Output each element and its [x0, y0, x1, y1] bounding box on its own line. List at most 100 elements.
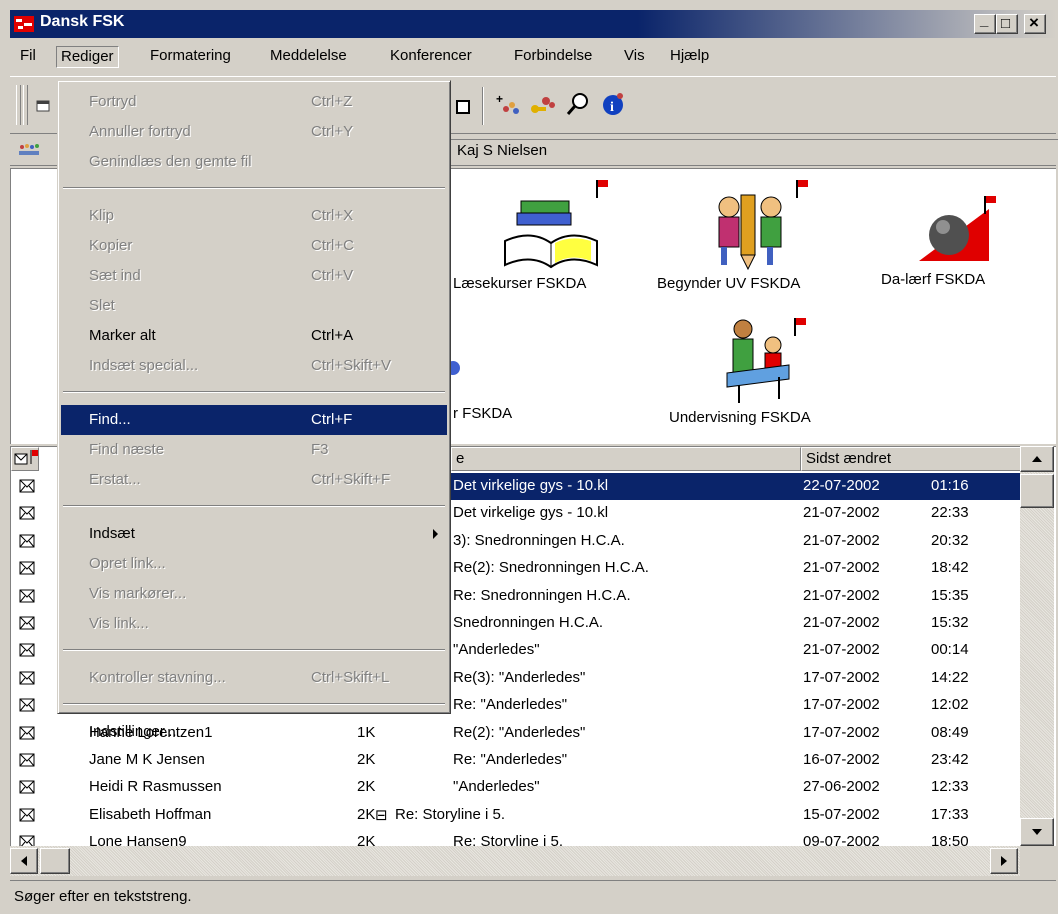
menu-item-shortcut: Ctrl+Z: [311, 93, 353, 110]
info-icon[interactable]: i: [600, 91, 626, 117]
envelope-icon: [19, 534, 35, 548]
menu-rediger[interactable]: Rediger: [56, 46, 119, 68]
scroll-left-button[interactable]: [10, 848, 38, 874]
conference-icon[interactable]: [451, 357, 461, 379]
menu-item-opret-link[interactable]: Opret link...: [61, 549, 447, 579]
title-bar[interactable]: Dansk FSK _ □ ×: [10, 10, 1056, 38]
menu-item-find-næste[interactable]: Find næste F3: [61, 435, 447, 465]
envelope-icon: [19, 753, 35, 767]
scroll-thumb[interactable]: [1020, 474, 1054, 508]
table-row[interactable]: Heidi R Rasmussen 2K "Anderledes" 27-06-200…: [11, 774, 1029, 801]
conference-label[interactable]: Undervisning FSKDA: [669, 409, 811, 426]
date-cell: 15-07-2002: [803, 805, 880, 823]
menu-item-vis-link[interactable]: Vis link...: [61, 609, 447, 639]
toolbar-separator: [482, 87, 484, 125]
menu-item-genindlæs-den-gemte-fil[interactable]: Genindlæs den gemte fil: [61, 147, 447, 177]
menu-item-fortryd[interactable]: Fortryd Ctrl+Z: [61, 87, 447, 117]
children-icon[interactable]: [707, 189, 797, 271]
close-button[interactable]: ×: [1024, 13, 1046, 34]
conference-label[interactable]: Da-lærf FSKDA: [881, 271, 985, 288]
menu-item-label: Marker alt: [89, 327, 156, 344]
menu-meddelelse[interactable]: Meddelelse: [266, 46, 351, 68]
table-row[interactable]: Elisabeth Hoffman 2K ⊟ Re: Storyline i 5. 15…: [11, 802, 1029, 829]
minimize-button[interactable]: _: [974, 12, 996, 34]
envelope-icon: [19, 698, 35, 712]
menu-konferencer[interactable]: Konferencer: [386, 46, 476, 68]
envelope-icon: [19, 616, 35, 630]
menu-item-find[interactable]: Find... Ctrl+F: [61, 405, 447, 435]
submenu-arrow-icon: [433, 529, 438, 539]
date-cell: 16-07-2002: [803, 751, 880, 768]
menu-item-kontroller-stavning[interactable]: Kontroller stavning... Ctrl+Skift+L: [61, 663, 447, 693]
status-bar: Søger efter en tekststreng.: [10, 880, 1056, 914]
horizontal-scrollbar[interactable]: [10, 846, 1020, 876]
scroll-thumb[interactable]: [40, 848, 70, 874]
date-cell: 21-07-2002: [803, 559, 880, 577]
svg-text:+: +: [496, 93, 503, 106]
table-row[interactable]: Jane M K Jensen 2K Re: "Anderledes" 16-07-2…: [11, 747, 1029, 774]
header-subject[interactable]: e: [451, 447, 801, 471]
toolbar-grip[interactable]: [16, 85, 21, 125]
conference-label[interactable]: r FSKDA: [453, 405, 512, 422]
sphere-icon[interactable]: [917, 207, 991, 263]
menu-item-kopier[interactable]: Kopier Ctrl+C: [61, 231, 447, 261]
application-window: Dansk FSK _ □ × Fil Rediger Formatering …: [0, 0, 1058, 914]
subject-cell: Re: Snedronningen H.C.A.: [453, 586, 631, 604]
books-icon[interactable]: [501, 181, 601, 273]
path-field: Kaj S Nielsen: [450, 139, 1058, 163]
vertical-scrollbar[interactable]: [1020, 446, 1054, 846]
close-icon: ×: [1029, 13, 1039, 32]
header-icon-column[interactable]: [11, 447, 39, 471]
scroll-down-button[interactable]: [1020, 818, 1054, 846]
menu-item-sæt-ind[interactable]: Sæt ind Ctrl+V: [61, 261, 447, 291]
size-cell: 2K: [357, 751, 376, 768]
teacher-icon[interactable]: [719, 315, 795, 407]
menu-item-erstat[interactable]: Erstat... Ctrl+Skift+F: [61, 465, 447, 495]
edit-menu-dropdown: Fortryd Ctrl+Z Annuller fortryd Ctrl+Y Genin…: [57, 80, 451, 740]
arrow-right-icon: [1001, 856, 1007, 866]
menu-item-indstillinger[interactable]: Indstillinger...: [61, 717, 447, 747]
date-cell: 21-07-2002: [803, 614, 880, 631]
add-user-icon[interactable]: +: [496, 93, 522, 117]
menu-item-annuller-fortryd[interactable]: Annuller fortryd Ctrl+Y: [61, 117, 447, 147]
conference-label[interactable]: Begynder UV FSKDA: [657, 275, 800, 292]
menu-item-vis-markører[interactable]: Vis markører...: [61, 579, 447, 609]
menu-formatering[interactable]: Formatering: [146, 46, 235, 68]
menu-item-label: Annuller fortryd: [89, 123, 191, 140]
envelope-icon: [19, 506, 35, 520]
menu-item-label: Vis link...: [89, 615, 149, 632]
menu-fil[interactable]: Fil: [16, 46, 40, 68]
search-icon[interactable]: [566, 91, 592, 117]
minimize-icon: _: [980, 12, 989, 29]
key-user-icon[interactable]: [530, 93, 558, 117]
scroll-right-button[interactable]: [990, 848, 1018, 874]
menu-item-klip[interactable]: Klip Ctrl+X: [61, 201, 447, 231]
menu-item-label: Vis markører...: [89, 585, 187, 602]
header-modified[interactable]: Sidst ændret: [801, 447, 1021, 471]
time-cell: 00:14: [931, 641, 969, 659]
menu-item-slet[interactable]: Slet: [61, 291, 447, 321]
subject-cell: Re(3): "Anderledes": [453, 668, 586, 686]
scroll-up-button[interactable]: [1020, 446, 1054, 472]
menu-item-indsæt-special[interactable]: Indsæt special... Ctrl+Skift+V: [61, 351, 447, 381]
menu-item-indsæt[interactable]: Indsæt: [61, 519, 447, 549]
subject-cell: Det virkelige gys - 10.kl: [453, 504, 609, 522]
menu-item-marker-alt[interactable]: Marker alt Ctrl+A: [61, 321, 447, 351]
time-cell: 23:42: [931, 751, 969, 768]
menu-item-shortcut: Ctrl+F: [311, 411, 353, 428]
date-cell: 21-07-2002: [803, 531, 880, 549]
arrow-left-icon: [21, 856, 27, 866]
menu-item-label: Find næste: [89, 441, 165, 458]
menu-bar: Fil Rediger Formatering Meddelelse Konfe…: [10, 40, 1056, 72]
envelope-icon: [19, 561, 35, 575]
maximize-button[interactable]: □: [996, 14, 1018, 34]
menu-forbindelse[interactable]: Forbindelse: [510, 46, 596, 68]
conference-label[interactable]: Læsekurser FSKDA: [453, 275, 586, 292]
menu-hjaelp[interactable]: Hjælp: [666, 46, 713, 68]
window-icon[interactable]: [456, 99, 470, 115]
menu-item-label: Slet: [89, 297, 115, 314]
toolbar-grip[interactable]: [23, 85, 28, 125]
menu-item-label: Erstat...: [89, 471, 141, 488]
window-icon[interactable]: [36, 99, 50, 113]
menu-vis[interactable]: Vis: [620, 46, 649, 68]
